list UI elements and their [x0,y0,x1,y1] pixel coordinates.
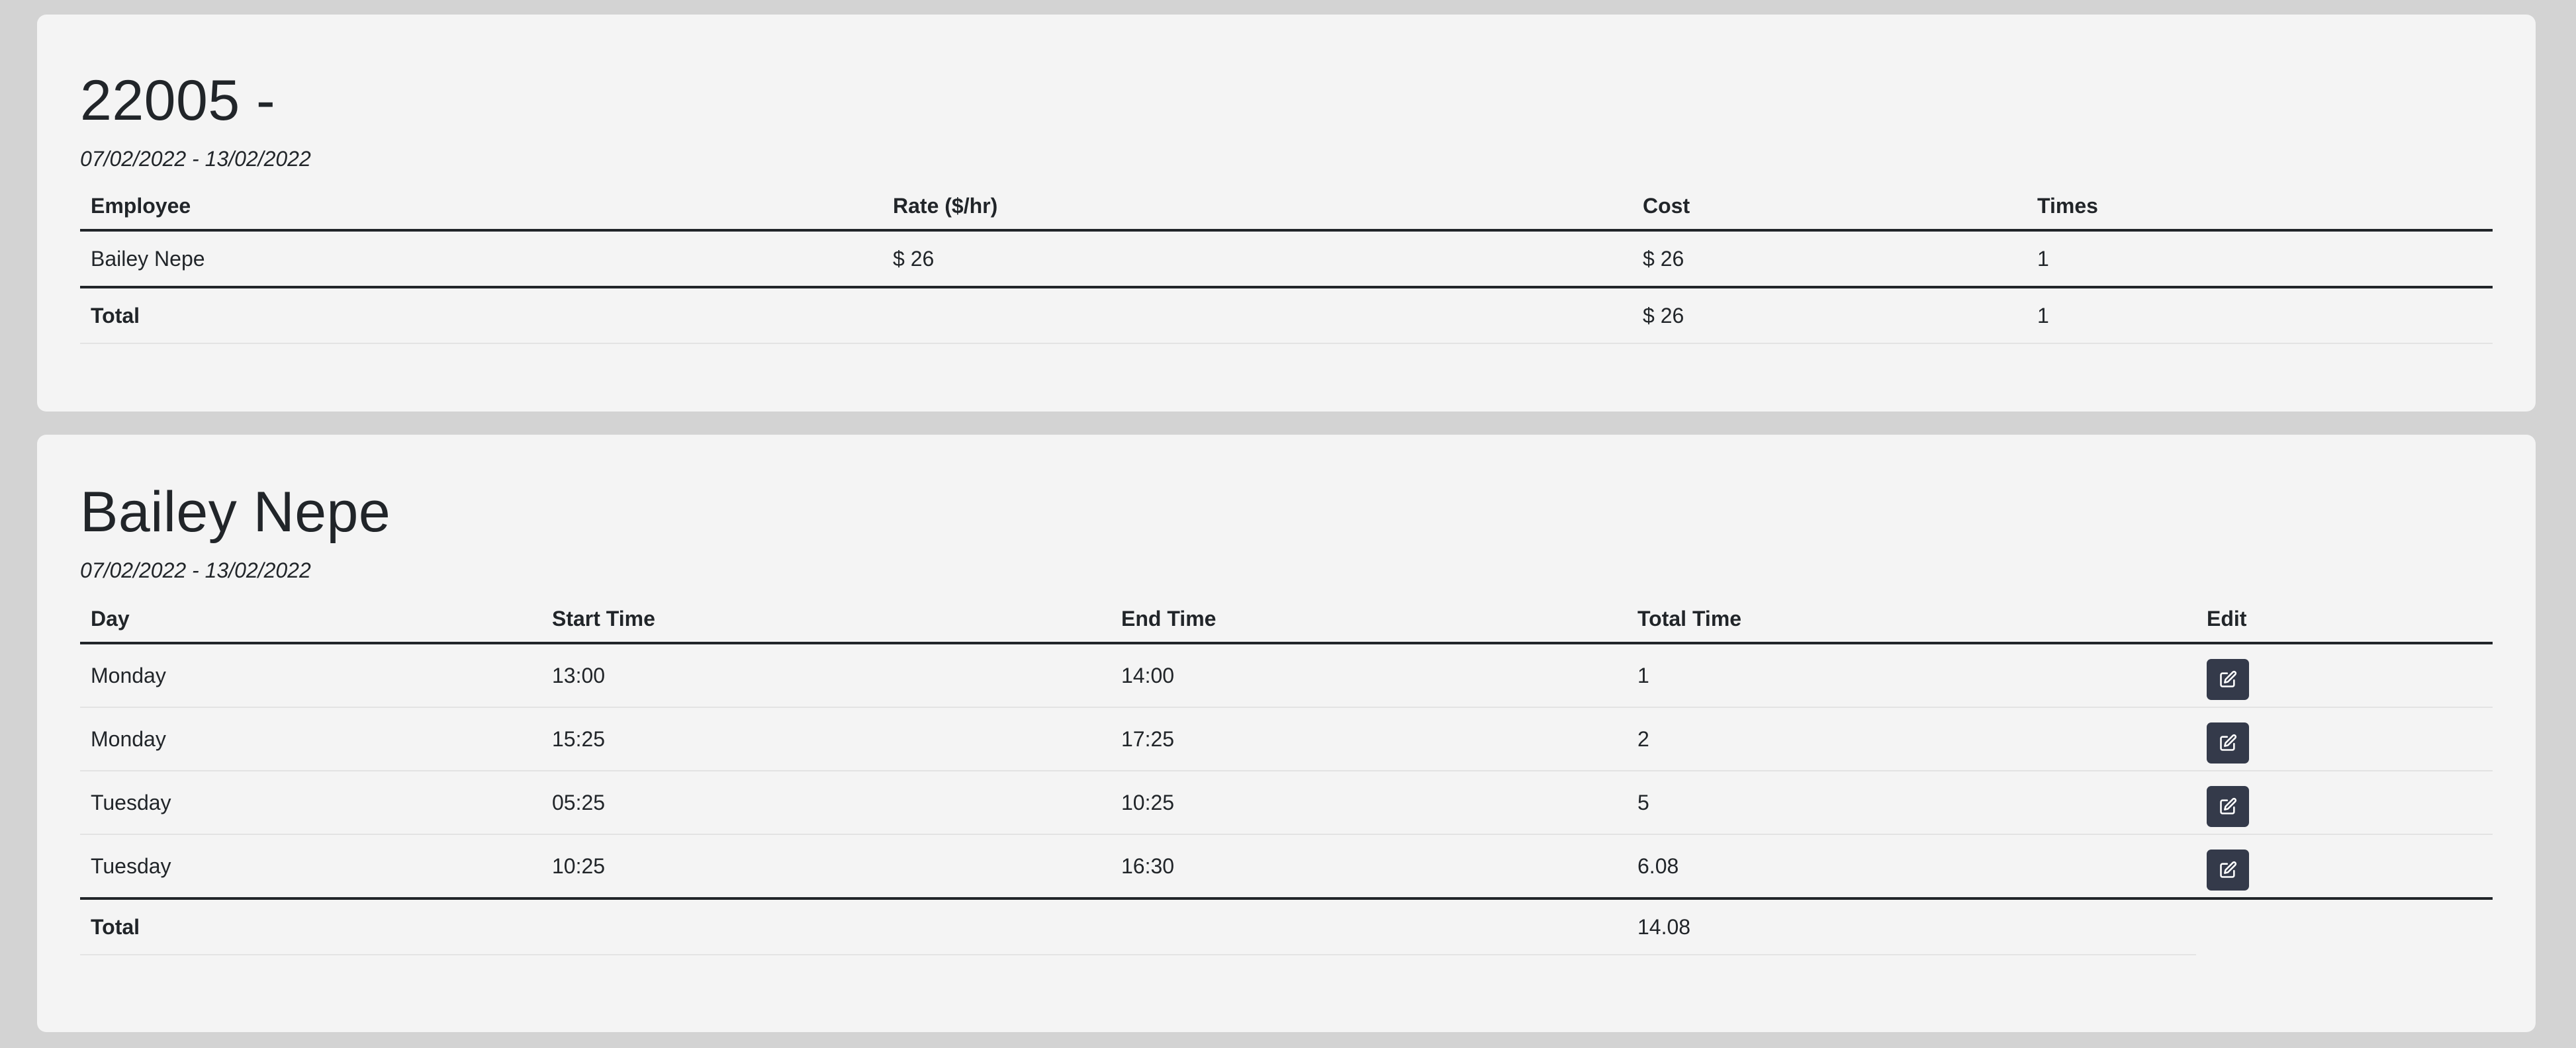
column-header-day: Day [80,595,541,644]
edit-icon [2220,734,2237,751]
edit-button[interactable] [2207,850,2249,891]
column-header-total-time: Total Time [1627,595,2196,644]
start-time-cell: 10:25 [552,853,606,878]
edit-icon [2220,670,2237,687]
project-date-range: 07/02/2022 - 13/02/2022 [80,147,311,171]
table-row: Monday 13:00 14:00 1 [80,643,2493,708]
start-time-cell: 13:00 [541,643,1111,708]
edit-button[interactable] [2207,722,2249,764]
edit-cell [2196,834,2493,898]
day-cell: Monday [80,643,541,708]
edit-icon [2220,861,2237,878]
column-header-start-time: Start Time [541,595,1111,644]
table-row: Tuesday 10:25 16:30 6.08 [80,834,2493,898]
total-time-cell: 6.08 [1637,853,1679,878]
employee-date-range: 07/02/2022 - 13/02/2022 [80,558,311,582]
column-header-edit: Edit [2196,595,2493,644]
total-time-cell: 1 [1627,643,2196,708]
project-title: 22005 - [80,69,276,132]
total-time-cell: 5 [1627,771,2196,835]
total-times: 1 [2027,286,2493,344]
total-rate-empty [882,286,1632,344]
employee-times-table: Day Start Time End Time Total Time Edit … [80,595,2493,955]
day-cell: Monday [80,707,541,771]
column-header-cost: Cost [1632,183,2027,232]
project-cost-table: Employee Rate ($/hr) Cost Times Bailey N… [80,183,2493,344]
project-summary-card: 22005 - 07/02/2022 - 13/02/2022 Employee… [37,15,2536,412]
table-row: Bailey Nepe $ 26 $ 26 1 [80,230,2493,287]
table-row: Tuesday 05:25 10:25 5 [80,771,2493,835]
edit-icon [2220,797,2237,814]
day-cell: Tuesday [91,853,171,878]
times-cell: 1 [2037,246,2049,271]
total-label: Total [80,897,541,955]
edit-cell [2196,707,2493,771]
edit-button[interactable] [2207,659,2249,700]
table-row: Monday 15:25 17:25 2 [80,707,2493,771]
edit-cell [2196,643,2493,708]
cost-cell: $ 26 [1643,246,1684,271]
start-time-cell: 15:25 [541,707,1111,771]
table-header-row: Employee Rate ($/hr) Cost Times [80,183,2493,232]
column-header-times: Times [2027,183,2493,232]
table-header-row: Day Start Time End Time Total Time Edit [80,595,2493,644]
edit-cell [2196,771,2493,835]
total-time-cell: 2 [1627,707,2196,771]
column-header-rate: Rate ($/hr) [882,183,1632,232]
end-time-cell: 16:30 [1121,853,1175,878]
total-end-empty [1111,897,1627,955]
total-label: Total [80,286,882,344]
column-header-end-time: End Time [1111,595,1627,644]
end-time-cell: 17:25 [1111,707,1627,771]
total-cost: $ 26 [1632,286,2027,344]
total-row: Total $ 26 1 [80,286,2493,344]
rate-cell: $ 26 [893,246,935,271]
end-time-cell: 10:25 [1111,771,1627,835]
total-row: Total 14.08 [80,897,2493,955]
day-cell: Tuesday [80,771,541,835]
total-edit-empty [2196,897,2493,955]
employee-name-cell: Bailey Nepe [91,246,205,271]
edit-button[interactable] [2207,786,2249,827]
end-time-cell: 14:00 [1111,643,1627,708]
start-time-cell: 05:25 [541,771,1111,835]
column-header-employee: Employee [80,183,882,232]
employee-name-title: Bailey Nepe [80,480,391,544]
employee-times-card: Bailey Nepe 07/02/2022 - 13/02/2022 Day … [37,435,2536,1032]
total-time-sum: 14.08 [1627,897,2196,955]
total-start-empty [541,897,1111,955]
